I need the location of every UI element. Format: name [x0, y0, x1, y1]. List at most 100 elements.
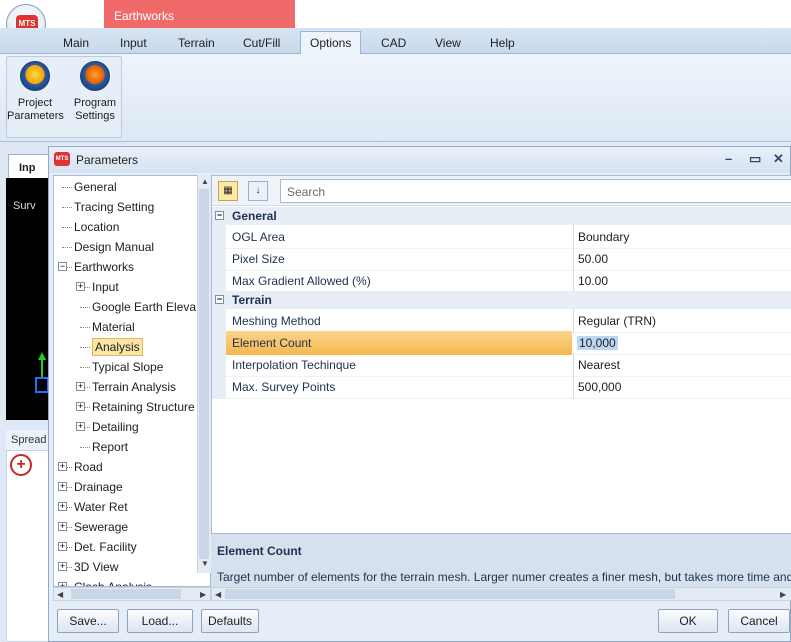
- tree-connector: [62, 207, 72, 208]
- scroll-up-icon[interactable]: ▲: [201, 177, 209, 186]
- property-row[interactable]: Interpolation Techinque Nearest: [212, 353, 791, 377]
- expand-icon[interactable]: +: [58, 542, 67, 551]
- tree-item-label: Road: [74, 460, 103, 474]
- tab-input[interactable]: Input: [120, 36, 147, 50]
- dialog-logo-icon: MTS: [54, 152, 70, 166]
- tree-item-label: Sewerage: [74, 520, 129, 534]
- property-row[interactable]: Meshing Method Regular (TRN): [212, 309, 791, 333]
- tab-terrain[interactable]: Terrain: [178, 36, 215, 50]
- tree-item-label: Typical Slope: [92, 360, 164, 374]
- expand-icon[interactable]: +: [76, 382, 85, 391]
- property-value: Regular (TRN): [578, 314, 657, 328]
- scroll-down-icon[interactable]: ▼: [201, 559, 209, 568]
- property-value: 10.00: [578, 274, 609, 288]
- property-value-field[interactable]: 10,000: [573, 331, 791, 355]
- project-parameters-label: Project Parameters: [7, 97, 64, 122]
- property-value-field[interactable]: 50.00: [573, 247, 791, 271]
- tab-view[interactable]: View: [435, 36, 461, 50]
- row-gutter: [212, 331, 226, 355]
- maximize-icon[interactable]: ▭: [749, 151, 761, 167]
- viewport[interactable]: [6, 178, 54, 420]
- help-title: Element Count: [217, 544, 302, 558]
- category-label: General: [232, 209, 277, 223]
- tree-item-label: Earthworks: [74, 260, 135, 274]
- save-button[interactable]: Save...: [57, 609, 119, 633]
- collapse-icon[interactable]: −: [58, 262, 67, 271]
- category-tree[interactable]: General Tracing Setting Location Design Man…: [53, 175, 211, 587]
- expand-icon[interactable]: +: [76, 422, 85, 431]
- scroll-left-icon[interactable]: ◀: [215, 590, 221, 599]
- property-row[interactable]: Max. Survey Points 500,000: [212, 375, 791, 399]
- tree-item-label: Tracing Setting: [74, 200, 155, 214]
- expand-icon[interactable]: +: [58, 562, 67, 571]
- tree-item-label: Retaining Structure: [92, 400, 195, 414]
- property-value-field[interactable]: Regular (TRN): [573, 309, 791, 333]
- property-row[interactable]: OGL Area Boundary: [212, 225, 791, 249]
- expand-icon[interactable]: +: [58, 502, 67, 511]
- tree-item-label: Det. Facility: [74, 540, 137, 554]
- tab-cad[interactable]: CAD: [381, 36, 406, 50]
- alphabetical-sort-icon[interactable]: ↓: [248, 181, 268, 201]
- defaults-button[interactable]: Defaults: [201, 609, 259, 633]
- tab-main[interactable]: Main: [63, 36, 89, 50]
- property-row[interactable]: Pixel Size 50.00: [212, 247, 791, 271]
- tree-item-label: Design Manual: [74, 240, 155, 254]
- row-gutter: [212, 309, 226, 333]
- expand-icon[interactable]: +: [76, 282, 85, 291]
- property-value: 500,000: [578, 380, 622, 394]
- cancel-button[interactable]: Cancel: [728, 609, 790, 633]
- property-grid-toolbar: ▦ ↓ Search: [212, 176, 791, 206]
- property-value-field[interactable]: Boundary: [573, 225, 791, 249]
- tab-help[interactable]: Help: [490, 36, 515, 50]
- load-button[interactable]: Load...: [127, 609, 193, 633]
- expand-icon[interactable]: +: [58, 482, 67, 491]
- tab-options[interactable]: Options: [300, 31, 362, 54]
- ok-button[interactable]: OK: [658, 609, 718, 633]
- property-grid: ▦ ↓ Search − General OGL Area Boundary Pixel…: [211, 175, 791, 587]
- collapse-icon[interactable]: −: [215, 295, 224, 304]
- scroll-left-icon[interactable]: ◀: [57, 590, 63, 599]
- parameters-dialog: MTS Parameters – ▭ ✕ General Tracing Sett…: [48, 146, 791, 642]
- grid-hscroll-thumb[interactable]: [225, 589, 675, 599]
- property-category[interactable]: − Terrain: [212, 291, 791, 309]
- program-settings-button[interactable]: Program Settings: [67, 61, 123, 123]
- expand-icon[interactable]: +: [58, 522, 67, 531]
- tree-item-label: Water Ret: [74, 500, 128, 514]
- tree-item-label: Google Earth Eleva: [92, 300, 197, 314]
- tree-connector: [80, 367, 90, 368]
- property-row[interactable]: Element Count 10,000: [212, 331, 791, 355]
- tab-cut-fill[interactable]: Cut/Fill: [243, 36, 280, 50]
- scroll-right-icon[interactable]: ▶: [780, 590, 786, 599]
- add-icon[interactable]: +: [10, 454, 32, 476]
- expand-icon[interactable]: +: [58, 462, 67, 471]
- tree-item-label: Material: [92, 320, 135, 334]
- close-icon[interactable]: ✕: [773, 151, 784, 167]
- collapse-icon[interactable]: −: [215, 211, 224, 220]
- tree-scroll-thumb[interactable]: [199, 189, 209, 559]
- project-parameters-icon: [20, 61, 50, 91]
- tree-item-label: Drainage: [74, 480, 123, 494]
- property-value: 50.00: [578, 252, 609, 266]
- minimize-icon[interactable]: –: [725, 151, 732, 166]
- tree-item-label: Clash Analysis: [74, 580, 153, 587]
- property-value-field[interactable]: 10.00: [573, 269, 791, 293]
- dialog-title: Parameters: [76, 153, 139, 167]
- project-parameters-button[interactable]: Project Parameters: [7, 61, 64, 123]
- context-tab-earthworks[interactable]: Earthworks: [104, 0, 295, 28]
- property-category[interactable]: − General: [212, 207, 791, 225]
- row-gutter: [212, 375, 226, 399]
- property-name: Meshing Method: [232, 314, 321, 328]
- tree-item-label: 3D View: [74, 560, 119, 574]
- property-name: Max Gradient Allowed (%): [232, 274, 371, 288]
- axis-gizmo-icon: [35, 352, 49, 393]
- categorized-view-icon[interactable]: ▦: [218, 181, 238, 201]
- row-gutter: [212, 353, 226, 377]
- tree-hscroll-thumb[interactable]: [71, 589, 181, 599]
- scroll-right-icon[interactable]: ▶: [200, 590, 206, 599]
- search-input[interactable]: Search: [280, 179, 791, 203]
- property-value-field[interactable]: Nearest: [573, 353, 791, 377]
- property-row[interactable]: Max Gradient Allowed (%) 10.00: [212, 269, 791, 293]
- row-gutter: [212, 247, 226, 271]
- property-value-field[interactable]: 500,000: [573, 375, 791, 399]
- expand-icon[interactable]: +: [76, 402, 85, 411]
